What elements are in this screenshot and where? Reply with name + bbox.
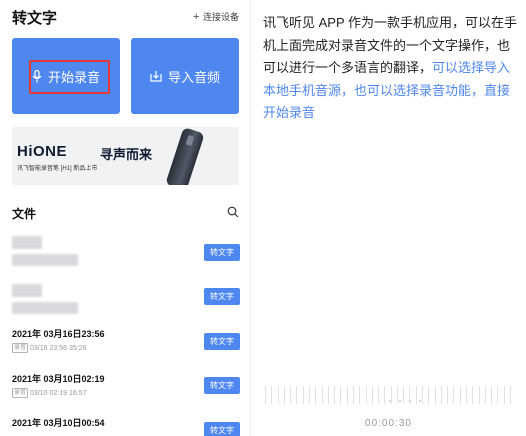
description-panel: 讯飞听见 APP 作为一款手机应用，可以在手机上面完成对录音文件的一个文字操作，… (251, 0, 526, 436)
description-text: 讯飞听见 APP 作为一款手机应用，可以在手机上面完成对录音文件的一个文字操作，… (263, 12, 521, 125)
file-row[interactable]: 2021年 03月10日00:54 转文字 (0, 412, 250, 436)
recording-tag: 录音 (12, 343, 29, 353)
blurred-title (12, 284, 42, 297)
file-title: 2021年 03月16日23:56 (12, 329, 105, 339)
banner-subtitle: 讯飞智能录音笔 [H1] 新品上市 (17, 166, 98, 172)
recording-timer: 00:00:30 (365, 418, 412, 429)
transcribe-button[interactable]: 转文字 (204, 422, 240, 436)
connect-device-button[interactable]: + 连接设备 (193, 10, 239, 23)
file-title: 2021年 03月10日00:54 (12, 418, 105, 428)
waveform-dots (389, 400, 421, 402)
transcribe-button[interactable]: 转文字 (204, 244, 240, 261)
page-title: 转文字 (12, 10, 58, 27)
recording-tag: 录音 (12, 388, 29, 398)
blurred-meta (12, 254, 78, 266)
promo-banner[interactable]: HiONE 寻声而来 讯飞智能录音笔 [H1] 新品上市 (12, 127, 239, 185)
file-row[interactable]: 2021年 03月16日23:56 录音 03/16 23:56 35:26 转… (0, 323, 250, 367)
connect-device-label: 连接设备 (202, 12, 239, 22)
highlight-box (29, 60, 110, 94)
file-title: 2021年 03月10日02:19 (12, 374, 105, 384)
file-meta-text: 03/16 23:56 35:26 (30, 344, 87, 352)
import-audio-label: 导入音频 (167, 69, 220, 85)
transcribe-button[interactable]: 转文字 (204, 288, 240, 305)
file-row[interactable]: 转文字 (0, 278, 250, 322)
banner-brand: HiONE (17, 143, 68, 160)
blurred-title (12, 236, 42, 249)
transcribe-button[interactable]: 转文字 (204, 377, 240, 394)
banner-slogan: 寻声而来 (100, 147, 153, 162)
recorder-pen-image (165, 127, 205, 185)
file-meta: 录音 03/10 02:19 16:57 (12, 388, 86, 398)
file-meta: 录音 03/16 23:56 35:26 (12, 343, 86, 353)
search-icon[interactable] (227, 205, 239, 223)
import-audio-button[interactable]: 导入音频 (131, 38, 239, 114)
file-row[interactable]: 2021年 03月10日02:19 录音 03/10 02:19 16:57 转… (0, 368, 250, 412)
file-panel: 转文字 + 连接设备 开始录音 导入音频 HiONE 寻声而来 讯飞智能录音笔 … (0, 0, 250, 436)
import-icon (150, 70, 162, 82)
waveform (265, 384, 511, 406)
file-row[interactable]: 转文字 (0, 232, 250, 276)
plus-icon: + (193, 11, 200, 23)
blurred-meta (12, 302, 78, 314)
transcribe-button[interactable]: 转文字 (204, 333, 240, 350)
file-meta-text: 03/10 02:19 16:57 (30, 389, 87, 397)
files-heading: 文件 (12, 207, 37, 221)
